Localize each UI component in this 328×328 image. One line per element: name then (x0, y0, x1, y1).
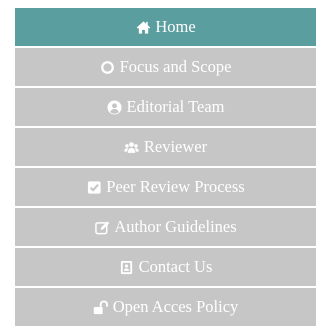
menu-item-label: Focus and Scope (119, 57, 232, 76)
users-icon (124, 139, 140, 155)
circle-icon (100, 59, 116, 75)
menu-item-label: Contact Us (138, 257, 213, 276)
menu-item-focus-and-scope[interactable]: Focus and Scope (15, 48, 316, 86)
menu-item-label: Editorial Team (126, 97, 225, 116)
menu-item-reviewer[interactable]: Reviewer (15, 128, 316, 166)
sidebar-menu: Home Focus and Scope Editorial Team Revi… (15, 8, 316, 328)
menu-item-open-acces-policy[interactable]: Open Acces Policy (15, 288, 316, 326)
address-card-icon (119, 259, 135, 275)
menu-item-label: Author Guidelines (114, 217, 237, 236)
menu-item-contact-us[interactable]: Contact Us (15, 248, 316, 286)
menu-item-peer-review-process[interactable]: Peer Review Process (15, 168, 316, 206)
menu-item-home[interactable]: Home (15, 8, 316, 46)
unlock-icon (93, 299, 109, 315)
menu-item-editorial-team[interactable]: Editorial Team (15, 88, 316, 126)
home-icon (135, 19, 151, 35)
menu-item-label: Open Acces Policy (112, 297, 239, 316)
menu-item-label: Reviewer (143, 137, 208, 156)
edit-icon (94, 219, 110, 235)
menu-item-label: Peer Review Process (106, 177, 245, 196)
menu-item-author-guidelines[interactable]: Author Guidelines (15, 208, 316, 246)
user-circle-icon (107, 99, 123, 115)
menu-item-label: Home (155, 17, 196, 36)
check-square-icon (86, 179, 102, 195)
